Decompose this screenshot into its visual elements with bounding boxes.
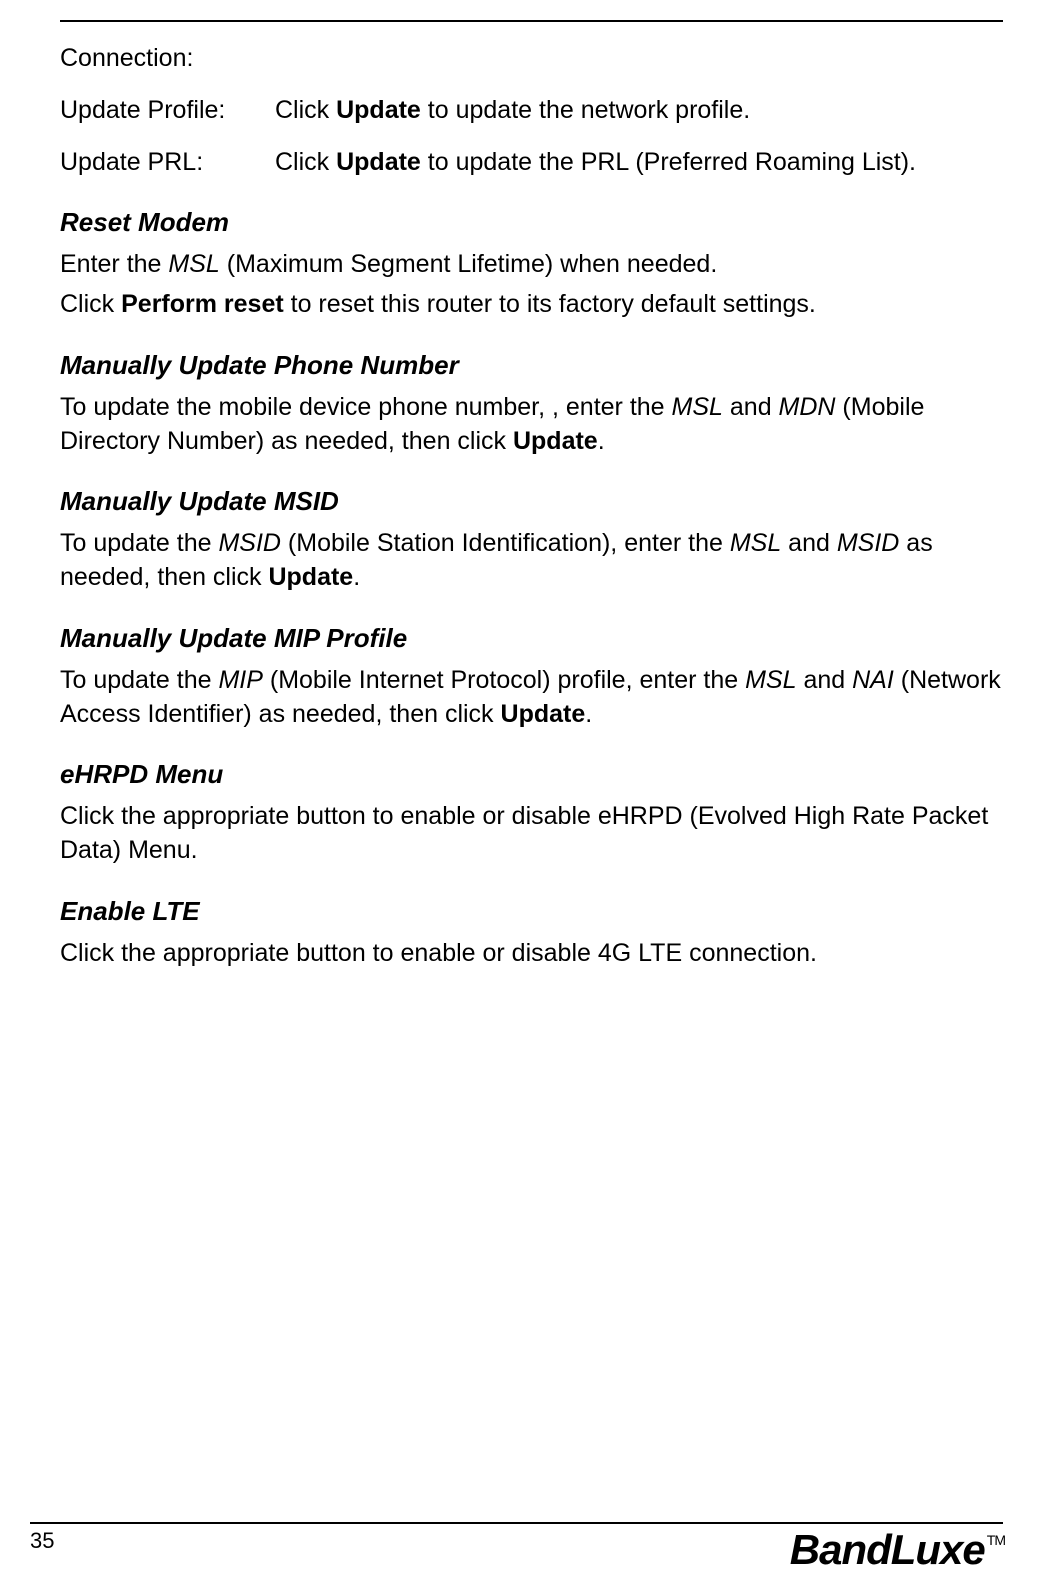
text: (Mobile Station Identification), enter t…	[281, 529, 730, 557]
text: .	[585, 700, 592, 728]
text-mup-mip: To update the MIP (Mobile Internet Proto…	[60, 664, 1003, 732]
def-value-update-prl: Click Update to update the PRL (Preferre…	[275, 146, 1003, 180]
page-number: 35	[30, 1528, 54, 1554]
text: and	[781, 529, 837, 557]
text-italic: MSL	[730, 529, 781, 557]
def-update-profile: Update Profile: Click Update to update t…	[60, 94, 1003, 128]
text: and	[797, 666, 853, 694]
heading-reset-modem: Reset Modem	[60, 207, 1003, 238]
text: .	[353, 563, 360, 591]
footer: 35 BandLuxeTM	[0, 1522, 1063, 1524]
text: To update the mobile device phone number…	[60, 393, 672, 421]
text-italic: MDN	[779, 393, 836, 421]
text: Click	[275, 96, 336, 124]
text: Enter the	[60, 250, 168, 278]
text-ehrpd: Click the appropriate button to enable o…	[60, 800, 1003, 868]
heading-mup-phone: Manually Update Phone Number	[60, 350, 1003, 381]
text-italic: MSL	[168, 250, 219, 278]
brand-tm: TM	[987, 1532, 1005, 1548]
def-label-update-profile: Update Profile:	[60, 94, 275, 128]
text-bold: Update	[336, 148, 421, 176]
def-value-connection	[275, 42, 1003, 76]
text-reset-modem-2: Click Perform reset to reset this router…	[60, 288, 1003, 322]
text-enable-lte: Click the appropriate button to enable o…	[60, 937, 1003, 971]
top-rule	[60, 20, 1003, 22]
footer-rule	[30, 1522, 1003, 1524]
text-mup-msid: To update the MSID (Mobile Station Ident…	[60, 527, 1003, 595]
def-update-prl: Update PRL: Click Update to update the P…	[60, 146, 1003, 180]
text: .	[598, 427, 605, 455]
text: To update the	[60, 529, 218, 557]
brand-text: BandLuxe	[790, 1526, 985, 1573]
text-mup-phone: To update the mobile device phone number…	[60, 391, 1003, 459]
text-italic: MSL	[672, 393, 723, 421]
text: to update the network profile.	[421, 96, 750, 124]
text: To update the	[60, 666, 218, 694]
def-label-update-prl: Update PRL:	[60, 146, 275, 180]
text: Click	[60, 290, 121, 318]
text-italic: MSID	[837, 529, 900, 557]
def-label-connection: Connection:	[60, 42, 275, 76]
text: (Maximum Segment Lifetime) when needed.	[220, 250, 717, 278]
def-connection: Connection:	[60, 42, 1003, 76]
heading-ehrpd: eHRPD Menu	[60, 759, 1003, 790]
text-bold: Update	[268, 563, 353, 591]
text: to reset this router to its factory defa…	[284, 290, 816, 318]
def-value-update-profile: Click Update to update the network profi…	[275, 94, 1003, 128]
text: Click	[275, 148, 336, 176]
text: to update the PRL (Preferred Roaming Lis…	[421, 148, 916, 176]
text-bold: Update	[501, 700, 586, 728]
heading-mup-msid: Manually Update MSID	[60, 486, 1003, 517]
text-italic: NAI	[852, 666, 894, 694]
text-italic: MSID	[218, 529, 281, 557]
text-bold: Update	[513, 427, 598, 455]
text-bold: Perform reset	[121, 290, 284, 318]
heading-enable-lte: Enable LTE	[60, 896, 1003, 927]
text-italic: MSL	[745, 666, 796, 694]
brand-logo: BandLuxeTM	[790, 1526, 1003, 1574]
text-reset-modem-1: Enter the MSL (Maximum Segment Lifetime)…	[60, 248, 1003, 282]
text-bold: Update	[336, 96, 421, 124]
heading-mup-mip: Manually Update MIP Profile	[60, 623, 1003, 654]
text: (Mobile Internet Protocol) profile, ente…	[263, 666, 745, 694]
text: and	[723, 393, 779, 421]
text-italic: MIP	[218, 666, 262, 694]
